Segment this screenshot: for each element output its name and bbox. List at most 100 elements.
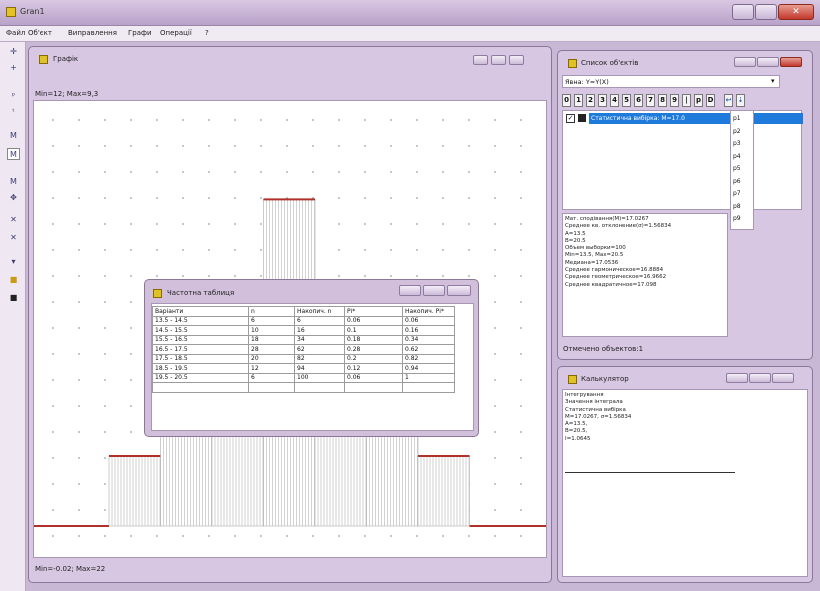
menu-operations[interactable]: Операції xyxy=(160,29,192,37)
col-header: n xyxy=(248,306,295,317)
table-row[interactable]: 18.5 - 19.5 12 94 0.12 0.94 xyxy=(152,363,455,374)
close-button[interactable]: ✕ xyxy=(778,4,814,20)
freq-table-icon xyxy=(153,289,162,298)
tab-button-0[interactable]: 0 xyxy=(562,94,571,107)
folder-icon[interactable]: ■ xyxy=(7,274,20,286)
graph-minimize-button[interactable] xyxy=(473,55,488,65)
pin-icon[interactable]: ▾ xyxy=(7,256,20,268)
objects-minimize-button[interactable] xyxy=(734,57,756,67)
table-cell: 0.34 xyxy=(402,334,455,345)
table-cell: 18 xyxy=(248,334,295,345)
histogram-bar xyxy=(417,455,470,527)
objects-list[interactable]: ✓ Статистична вибірка: M=17.0 xyxy=(562,110,803,210)
freq-maximize-button[interactable] xyxy=(423,285,445,296)
table-row[interactable]: 19.5 - 20.5 6 100 0.06 1 xyxy=(152,372,455,383)
p-menu-item[interactable]: p5 xyxy=(733,165,741,172)
tab-button-2[interactable]: 2 xyxy=(586,94,595,107)
info-line: Среднее кв. отклонение(σ)=1.56834 xyxy=(565,223,672,230)
col-header: Накопич. Рі* xyxy=(402,306,455,317)
tab-button-3[interactable]: 3 xyxy=(598,94,607,107)
table-cell: 0.62 xyxy=(402,344,455,355)
objects-status: Отмечено объектов:1 xyxy=(563,345,644,353)
tab-button-9[interactable]: 9 xyxy=(670,94,679,107)
p-menu-item[interactable]: p8 xyxy=(733,203,741,210)
x2-tool-icon[interactable]: ✕ xyxy=(7,232,20,244)
mx-tool-icon[interactable]: M xyxy=(7,148,20,160)
menu-bar: Файл Об'єкт Виправлення Графи Операції ? xyxy=(0,26,820,42)
calc-minimize-button[interactable] xyxy=(726,373,748,383)
table-row[interactable] xyxy=(152,382,455,393)
table-cell: 82 xyxy=(294,353,345,364)
add-point-icon[interactable]: ✛ xyxy=(7,46,20,58)
tab-button-4[interactable]: 4 xyxy=(610,94,619,107)
tab-button-8[interactable]: 8 xyxy=(658,94,667,107)
calc-close-button[interactable] xyxy=(772,373,794,383)
graph-restore-button[interactable] xyxy=(491,55,506,65)
tab-button-6[interactable]: 6 xyxy=(634,94,643,107)
menu-object[interactable]: Об'єкт xyxy=(28,29,52,37)
mg-tool-icon[interactable]: M xyxy=(7,130,20,142)
objects-close-button[interactable] xyxy=(780,57,802,67)
tab-button-10[interactable]: | xyxy=(682,94,691,107)
objects-window-icon xyxy=(568,59,577,68)
menu-graphs[interactable]: Графи xyxy=(128,29,152,37)
table-cell: 100 xyxy=(294,372,345,383)
minimize-button[interactable] xyxy=(732,4,754,20)
p-menu-item[interactable]: p3 xyxy=(733,140,741,147)
table-row[interactable]: 15.5 - 16.5 18 34 0.18 0.34 xyxy=(152,334,455,345)
menu-edit[interactable]: Виправлення xyxy=(68,29,117,37)
object-tab-buttons: 0 1 2 3 4 5 6 7 8 9 | p D ↩ ⇣ xyxy=(562,94,802,108)
table-cell: 0.06 xyxy=(402,315,455,326)
p-menu-item[interactable]: p9 xyxy=(733,215,741,222)
arrow-down-icon[interactable]: ⇣ xyxy=(736,94,745,107)
table-cell: 0.1 xyxy=(344,325,403,336)
object-item[interactable]: Статистична вибірка: M=17.0 xyxy=(589,113,729,124)
mplus-tool-icon[interactable]: M xyxy=(7,176,20,188)
p-menu-item[interactable]: p6 xyxy=(733,178,741,185)
objects-restore-button[interactable] xyxy=(757,57,779,67)
add-point2-icon[interactable]: + xyxy=(7,62,20,74)
tab-button-12[interactable]: D xyxy=(706,94,715,107)
p-menu-item[interactable]: p1 xyxy=(733,115,741,122)
graph-window-title: Графік xyxy=(53,55,79,63)
layer-select[interactable]: Явна: Y=Y(X) ▾ xyxy=(562,75,780,88)
calculator-text: Інтегрування Значення інтеграла Статистичн… xyxy=(565,392,631,443)
info-line: Min=13.5, Max=20.5 xyxy=(565,252,624,259)
table-cell: 16 xyxy=(294,325,345,336)
freq-close-button[interactable] xyxy=(447,285,471,296)
move-icon[interactable]: ✥ xyxy=(7,192,20,204)
info-line: Медиана=17.0536 xyxy=(565,259,619,266)
tab-button-7[interactable]: 7 xyxy=(646,94,655,107)
tab-button-5[interactable]: 5 xyxy=(622,94,631,107)
info-line: A=13.5 xyxy=(565,230,586,237)
p-menu-item[interactable]: p2 xyxy=(733,128,741,135)
p-tool-icon[interactable]: ᵖ xyxy=(7,90,20,102)
object-checkbox[interactable]: ✓ xyxy=(566,114,575,123)
menu-file[interactable]: Файл xyxy=(6,29,25,37)
x-tool-icon[interactable]: ✕ xyxy=(7,214,20,226)
p-menu-item[interactable]: p7 xyxy=(733,190,741,197)
maximize-button[interactable] xyxy=(755,4,777,20)
p-dropdown-menu: p1 p2 p3 p4 p5 p6 p7 p8 p9 xyxy=(730,110,754,230)
arrow-left-icon[interactable]: ↩ xyxy=(724,94,733,107)
menu-help[interactable]: ? xyxy=(205,29,209,37)
tab-button-1[interactable]: 1 xyxy=(574,94,583,107)
graph-close-button[interactable] xyxy=(509,55,524,65)
calculator-window-icon xyxy=(568,375,577,384)
t-tool-icon[interactable]: ᵗ xyxy=(7,106,20,118)
tab-button-11[interactable]: p xyxy=(694,94,703,107)
table-row[interactable]: 16.5 - 17.5 28 62 0.28 0.62 xyxy=(152,344,455,355)
graph-top-status: Min=12; Max=9,3 xyxy=(35,90,99,98)
save-icon[interactable]: ■ xyxy=(7,292,20,304)
calculator-output[interactable]: Інтегрування Значення інтеграла Статистичн… xyxy=(562,389,808,577)
p-menu-item[interactable]: p4 xyxy=(733,153,741,160)
freq-minimize-button[interactable] xyxy=(399,285,421,296)
table-cell: 94 xyxy=(294,363,345,374)
table-row[interactable]: 14.5 - 15.5 10 16 0.1 0.16 xyxy=(152,325,455,336)
table-cell: 10 xyxy=(248,325,295,336)
table-row[interactable]: 13.5 - 14.5 6 6 0.06 0.06 xyxy=(152,315,455,326)
table-row[interactable]: 17.5 - 18.5 20 82 0.2 0.82 xyxy=(152,353,455,364)
calc-restore-button[interactable] xyxy=(749,373,771,383)
table-cell: 17.5 - 18.5 xyxy=(152,353,249,364)
calculator-window: Калькулятор Інтегрування Значення інтегра… xyxy=(557,366,813,583)
